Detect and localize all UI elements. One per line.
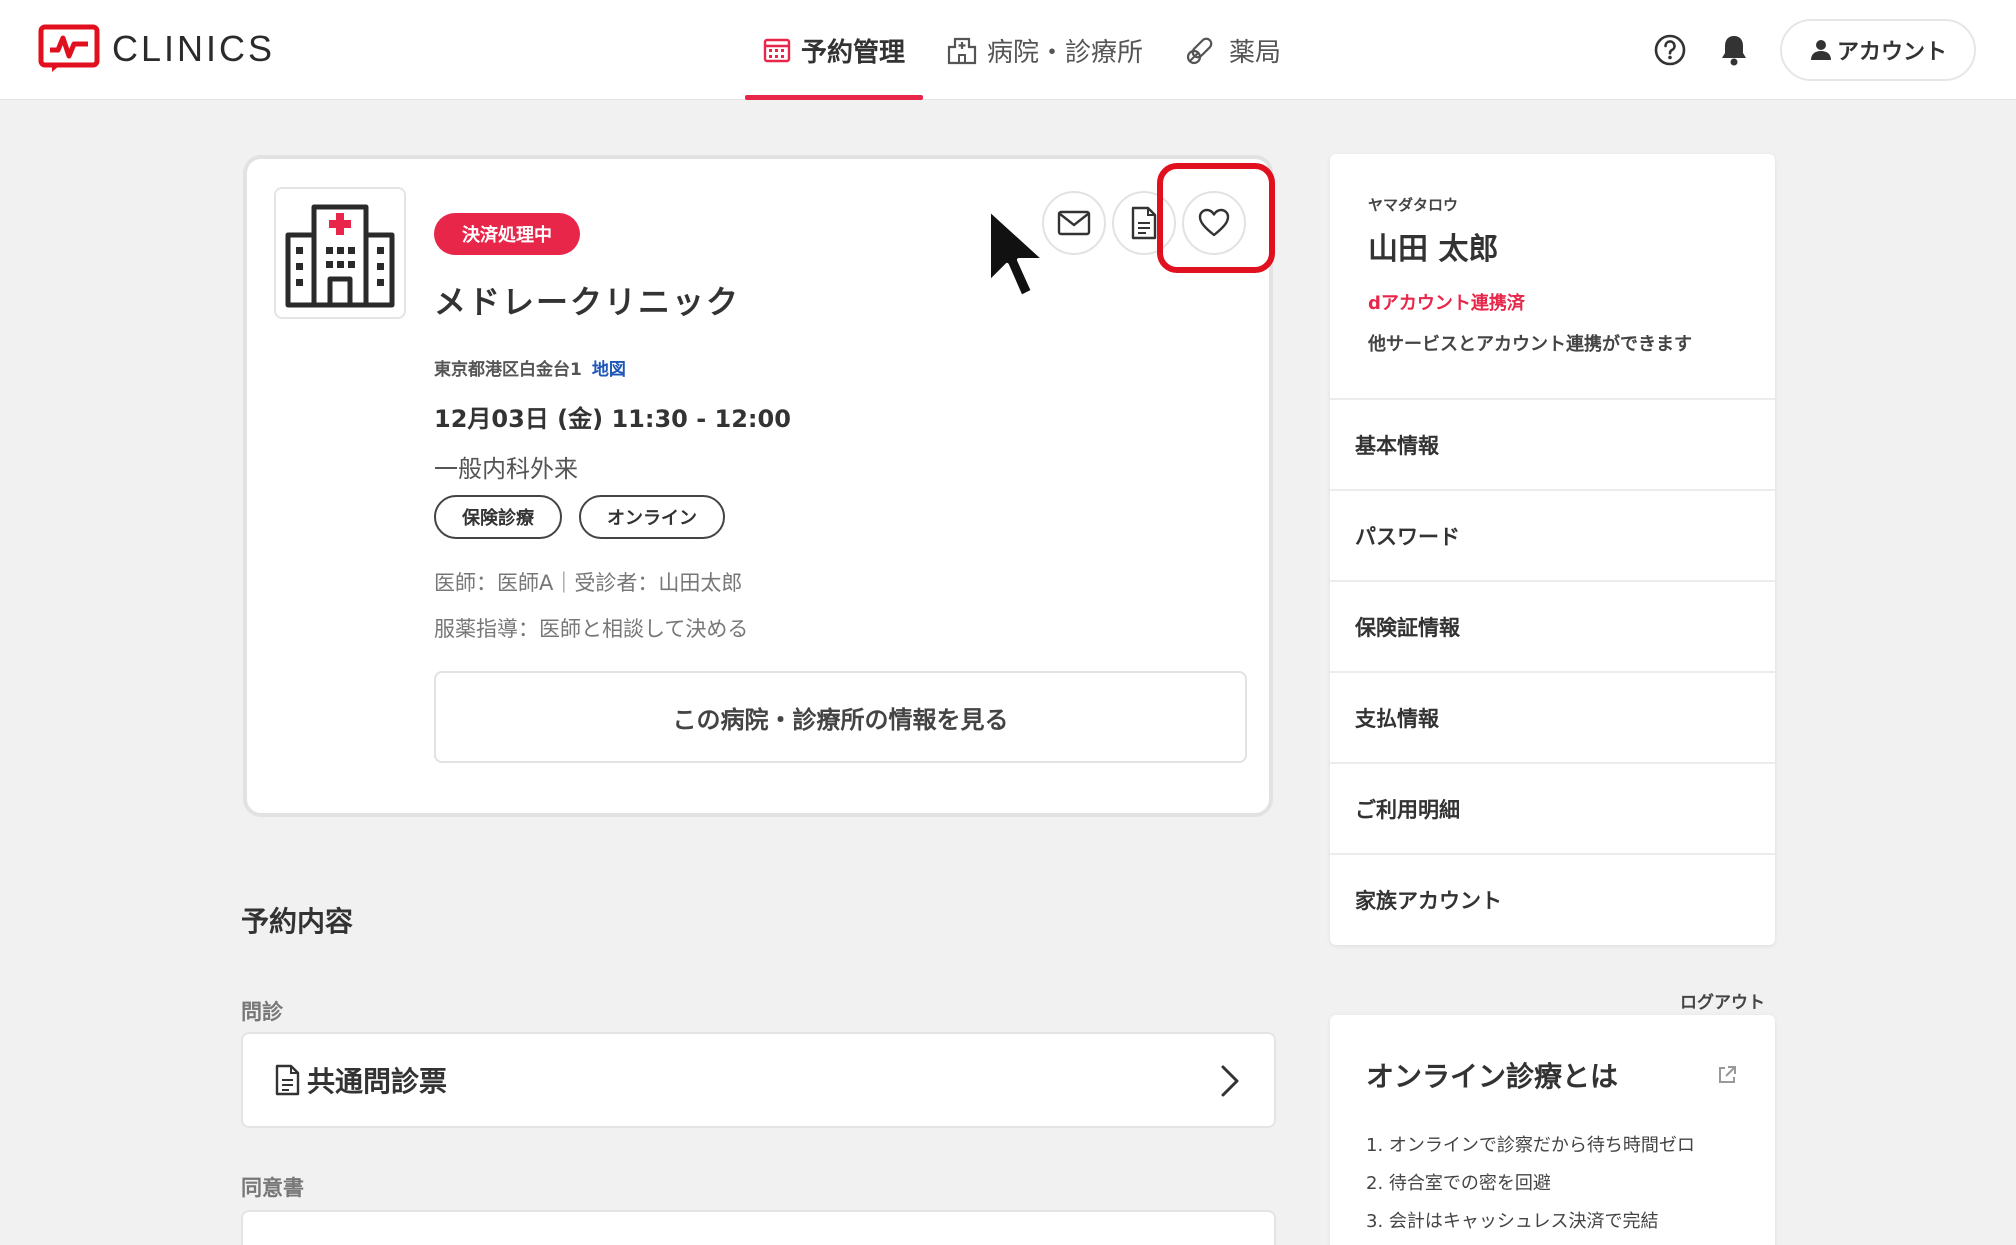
nav-label: 薬局	[1229, 37, 1282, 68]
pill-icon	[1186, 37, 1213, 65]
account-sidebar: ヤマダタロウ 山田 太郎 dアカウント連携済 他サービスとアカウント連携ができま…	[1330, 154, 1775, 945]
highlight-annotation	[1157, 163, 1275, 273]
tag-online: オンライン	[579, 495, 725, 539]
account-label: アカウント	[1836, 40, 1947, 65]
nav-pharmacy[interactable]: 薬局	[1167, 0, 1299, 100]
menu-basic-info[interactable]: 基本情報	[1330, 398, 1775, 489]
consent-item[interactable]	[241, 1210, 1276, 1245]
chevron-right-icon	[1221, 1065, 1239, 1097]
clinic-info-button[interactable]: この病院・診療所の情報を見る	[434, 671, 1247, 763]
hospital-building-icon	[285, 204, 395, 308]
hospital-icon	[947, 37, 977, 65]
account-menu: 基本情報 パスワード 保険証情報 支払情報 ご利用明細 家族アカウント	[1330, 398, 1775, 944]
appointment-datetime: 12月03日 (金) 11:30 - 12:00	[434, 405, 791, 433]
link-note: 他サービスとアカウント連携ができます	[1368, 334, 1692, 355]
account-button[interactable]: アカウント	[1780, 19, 1976, 81]
list-item: 1. オンラインで診察だから待ち時間ゼロ	[1366, 1135, 1695, 1156]
appointment-card: 決済処理中 メドレークリニック 東京都港区白金台1 地図 12月03日 (金) 1…	[243, 155, 1275, 817]
user-icon	[1810, 40, 1831, 60]
mail-icon	[1057, 210, 1091, 236]
map-link[interactable]: 地図	[592, 360, 626, 380]
clinic-image	[274, 187, 406, 319]
linked-status: dアカウント連携済	[1368, 293, 1525, 314]
nav-reservations[interactable]: 予約管理	[745, 0, 924, 100]
status-badge: 決済処理中	[434, 213, 580, 255]
online-info-title: オンライン診療とは	[1366, 1060, 1619, 1093]
menu-payment[interactable]: 支払情報	[1330, 671, 1775, 762]
list-item: 2. 待合室での密を回避	[1366, 1173, 1551, 1194]
mouse-pointer-icon	[987, 207, 1047, 299]
tag-insurance: 保険診療	[434, 495, 562, 539]
main-nav: 予約管理 病院・診療所 薬局	[745, 0, 1299, 100]
top-header: CLINICS 予約管理 病院・診療所 薬局 アカウント	[0, 0, 2016, 100]
menu-family-account[interactable]: 家族アカウント	[1330, 853, 1775, 944]
online-info-card: オンライン診療とは 1. オンラインで診察だから待ち時間ゼロ 2. 待合室での密…	[1330, 1015, 1775, 1245]
help-icon[interactable]	[1652, 32, 1688, 68]
clinic-name: メドレークリニック	[434, 283, 741, 321]
logo-text: CLINICS	[112, 28, 276, 69]
menu-insurance[interactable]: 保険証情報	[1330, 580, 1775, 671]
user-name-kana: ヤマダタロウ	[1368, 196, 1459, 214]
doctor-info: 医師：医師A｜受診者：山田太郎	[434, 571, 743, 595]
logout-link[interactable]: ログアウト	[1680, 988, 1765, 1013]
guidance-info: 服薬指導：医師と相談して決める	[434, 617, 749, 641]
consent-label: 同意書	[241, 1176, 304, 1200]
clinics-logo-icon	[38, 24, 100, 72]
user-name: 山田 太郎	[1368, 232, 1499, 267]
interview-label: 問診	[241, 1000, 283, 1024]
list-item: 3. 会計はキャッシュレス決済で完結	[1366, 1211, 1659, 1232]
nav-label: 病院・診療所	[987, 37, 1144, 68]
document-icon	[275, 1064, 300, 1096]
calendar-icon	[763, 38, 791, 63]
bell-icon[interactable]	[1716, 32, 1752, 68]
department: 一般内科外来	[434, 455, 578, 483]
clinic-address: 東京都港区白金台1 地図	[434, 355, 626, 380]
document-icon	[1131, 206, 1157, 240]
menu-password[interactable]: パスワード	[1330, 489, 1775, 580]
section-title: 予約内容	[241, 905, 354, 938]
nav-label: 予約管理	[801, 37, 906, 68]
online-info-list: 1. オンラインで診察だから待ち時間ゼロ 2. 待合室での密を回避 3. 会計は…	[1366, 1127, 1695, 1241]
clinics-logo[interactable]: CLINICS	[38, 24, 275, 74]
interview-item[interactable]: 共通問診票	[241, 1032, 1276, 1128]
address-text: 東京都港区白金台1	[434, 360, 582, 380]
external-link-icon[interactable]	[1717, 1065, 1737, 1085]
menu-usage-history[interactable]: ご利用明細	[1330, 762, 1775, 853]
interview-item-label: 共通問診票	[307, 1065, 448, 1098]
nav-hospitals[interactable]: 病院・診療所	[929, 0, 1161, 100]
